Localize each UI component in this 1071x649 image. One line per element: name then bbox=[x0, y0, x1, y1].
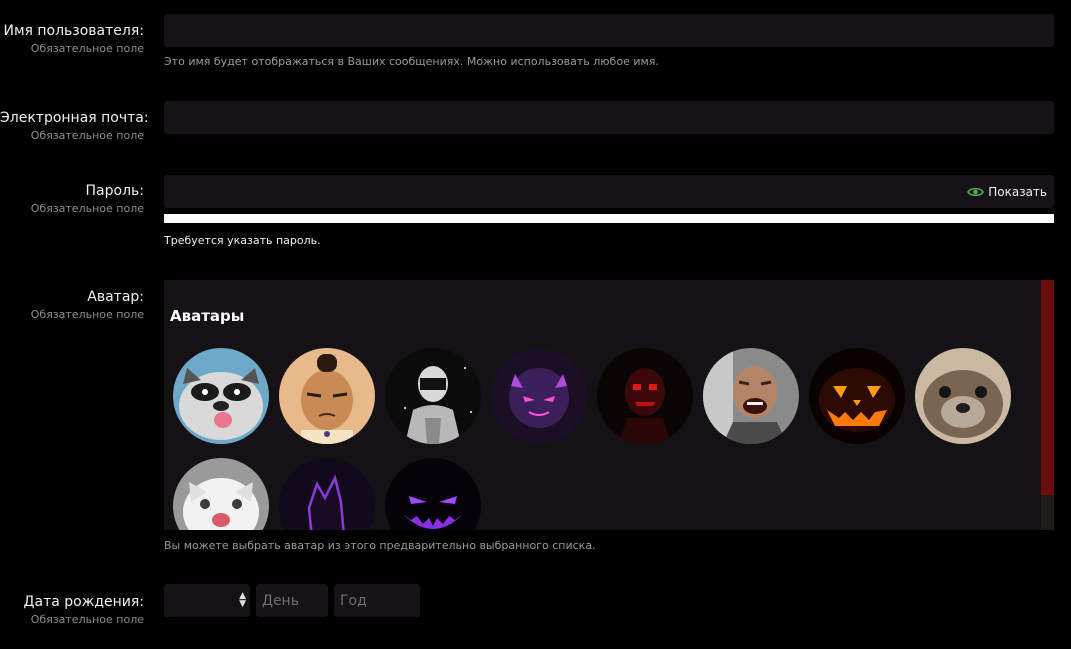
avatar-required: Обязательное поле bbox=[30, 308, 144, 321]
avatar-option-cartoon-boy[interactable] bbox=[279, 348, 375, 444]
purple-smile-avatar-image bbox=[385, 458, 481, 530]
avatar-option-otter[interactable] bbox=[915, 348, 1011, 444]
avatar-scrollbar-thumb[interactable] bbox=[1041, 280, 1054, 495]
birth-month-select[interactable]: ▲ ▼ bbox=[164, 584, 250, 617]
avatar-option-raccoon[interactable] bbox=[173, 348, 269, 444]
cartoon-boy-avatar-image bbox=[279, 348, 375, 444]
username-input[interactable] bbox=[164, 14, 1054, 47]
avatar-option-laughing-man[interactable] bbox=[703, 348, 799, 444]
email-label-col: Электронная почта: Обязательное поле bbox=[0, 109, 149, 143]
otter-avatar-image bbox=[915, 348, 1011, 444]
select-updown-icon: ▲ ▼ bbox=[239, 591, 246, 609]
eye-icon bbox=[967, 186, 985, 198]
password-strength-bar bbox=[164, 214, 1054, 223]
email-label: Электронная почта: bbox=[0, 110, 149, 126]
masked-man-avatar-image bbox=[385, 348, 481, 444]
password-message: Требуется указать пароль. bbox=[164, 234, 321, 247]
purple-wolf-avatar-image bbox=[279, 458, 375, 530]
avatar-option-purple-wolf[interactable] bbox=[279, 458, 375, 530]
avatar-option-purple-smile[interactable] bbox=[385, 458, 481, 530]
avatar-option-red-mask[interactable] bbox=[597, 348, 693, 444]
birth-day-input[interactable] bbox=[256, 584, 328, 617]
avatar-hint: Вы можете выбрать аватар из этого предва… bbox=[164, 539, 596, 552]
username-required: Обязательное поле bbox=[30, 42, 144, 55]
show-password-button[interactable]: Показать bbox=[967, 175, 1047, 208]
registration-form: Имя пользователя: Обязательное поле Это … bbox=[0, 0, 1071, 649]
avatar-panel-title: Аватары bbox=[170, 307, 245, 325]
password-field-wrap: Показать bbox=[0, 175, 1071, 208]
email-input[interactable] bbox=[164, 101, 1054, 134]
username-label-col: Имя пользователя: Обязательное поле bbox=[0, 22, 144, 56]
avatar-label: Аватар: bbox=[87, 289, 144, 305]
username-hint: Это имя будет отображаться в Ваших сообщ… bbox=[164, 55, 659, 68]
username-label: Имя пользователя: bbox=[3, 23, 144, 39]
birthdate-label-col: Дата рождения: Обязательное поле bbox=[0, 593, 144, 627]
pumpkin-avatar-image bbox=[809, 348, 905, 444]
avatar-panel: Аватары bbox=[164, 280, 1054, 530]
avatar-option-purple-devil[interactable] bbox=[491, 348, 587, 444]
avatar-option-white-cat[interactable] bbox=[173, 458, 269, 530]
raccoon-avatar-image bbox=[173, 348, 269, 444]
birth-year-input[interactable] bbox=[334, 584, 420, 617]
avatar-label-col: Аватар: Обязательное поле bbox=[0, 288, 144, 322]
white-cat-avatar-image bbox=[173, 458, 269, 530]
birthdate-label: Дата рождения: bbox=[23, 594, 144, 610]
red-mask-avatar-image bbox=[597, 348, 693, 444]
purple-devil-avatar-image bbox=[491, 348, 587, 444]
avatar-option-pumpkin[interactable] bbox=[809, 348, 905, 444]
birthdate-required: Обязательное поле bbox=[30, 613, 144, 626]
avatar-option-masked-man[interactable] bbox=[385, 348, 481, 444]
laughing-man-avatar-image bbox=[703, 348, 799, 444]
email-required: Обязательное поле bbox=[30, 129, 144, 142]
password-input[interactable] bbox=[164, 175, 1054, 208]
show-password-label: Показать bbox=[988, 184, 1047, 199]
